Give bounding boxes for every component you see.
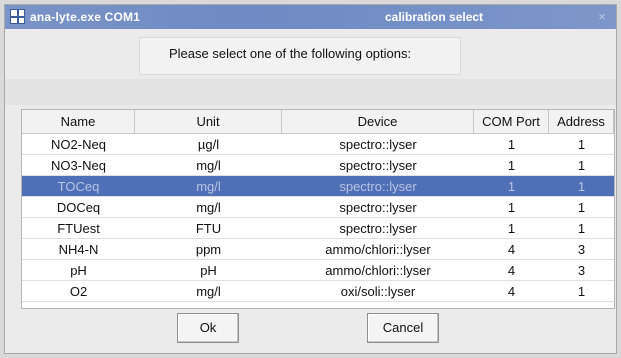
table-row[interactable]: FTUest FTU spectro::lyser 1 1 (22, 218, 614, 239)
cell-name: O2 (69, 284, 88, 299)
cell-com-port: 1 (507, 137, 516, 152)
cell-unit: mg/l (196, 158, 221, 173)
cell-device: ammo/chlori::lyser (325, 242, 431, 257)
cell-device: ammo/chlori::lyser (325, 263, 431, 278)
cell-address: 3 (577, 263, 586, 278)
column-header-name[interactable]: Name (22, 110, 135, 134)
cell-address: 1 (577, 179, 586, 194)
cell-unit: ppm (195, 242, 222, 257)
cell-com-port: 1 (507, 179, 516, 194)
cell-com-port: 1 (507, 221, 516, 236)
cell-name: TOCeq (57, 179, 100, 194)
background-band (5, 79, 616, 105)
cell-com-port: 4 (507, 242, 516, 257)
cell-com-port: 4 (507, 263, 516, 278)
cell-address: 1 (577, 221, 586, 236)
cell-name: FTUest (57, 221, 100, 236)
cell-device: spectro::lyser (339, 200, 417, 215)
cell-unit: FTU (195, 221, 222, 236)
cell-device: spectro::lyser (339, 158, 417, 173)
cell-unit: pH (200, 263, 217, 278)
cell-name: NO3-Neq (51, 158, 106, 173)
cell-address: 3 (577, 242, 586, 257)
cell-unit: mg/l (196, 179, 221, 194)
table-row[interactable]: O2 mg/l oxi/soli::lyser 4 1 (22, 281, 614, 302)
calibration-table: Name Unit Device COM Port Address NO2-Neq µg/l… (21, 109, 615, 309)
column-header-com-port[interactable]: COM Port (474, 110, 549, 134)
cell-name: DOCeq (56, 200, 101, 215)
cell-address: 1 (577, 158, 586, 173)
column-header-address[interactable]: Address (549, 110, 614, 134)
cell-name: pH (70, 263, 87, 278)
app-icon (10, 9, 25, 24)
calibration-select-dialog: ana-lyte.exe COM1 calibration select × P… (4, 4, 617, 354)
cell-name: NO2-Neq (51, 137, 106, 152)
cell-device: spectro::lyser (339, 221, 417, 236)
app-title: ana-lyte.exe COM1 (30, 10, 141, 24)
dialog-title: calibration select (385, 10, 484, 24)
cell-unit: µg/l (197, 137, 220, 152)
cell-unit: mg/l (196, 284, 221, 299)
cell-address: 1 (577, 284, 586, 299)
table-row[interactable]: NO3-Neq mg/l spectro::lyser 1 1 (22, 155, 614, 176)
cancel-button[interactable]: Cancel (367, 313, 439, 343)
column-header-device[interactable]: Device (282, 110, 474, 134)
cell-address: 1 (577, 200, 586, 215)
prompt-text: Please select one of the following optio… (169, 46, 412, 61)
cell-com-port: 1 (507, 158, 516, 173)
ok-button[interactable]: Ok (177, 313, 239, 343)
cell-address: 1 (577, 137, 586, 152)
table-row[interactable]: NO2-Neq µg/l spectro::lyser 1 1 (22, 134, 614, 155)
table-row[interactable]: pH pH ammo/chlori::lyser 4 3 (22, 260, 614, 281)
column-header-unit[interactable]: Unit (135, 110, 282, 134)
table-row[interactable]: TOCeq mg/l spectro::lyser 1 1 (22, 176, 614, 197)
cell-com-port: 1 (507, 200, 516, 215)
table-row[interactable]: NH4-N ppm ammo/chlori::lyser 4 3 (22, 239, 614, 260)
cell-device: spectro::lyser (339, 137, 417, 152)
close-icon[interactable]: × (594, 9, 610, 25)
cell-unit: mg/l (196, 200, 221, 215)
cell-com-port: 4 (507, 284, 516, 299)
cell-device: spectro::lyser (339, 179, 417, 194)
title-bar[interactable]: ana-lyte.exe COM1 calibration select × (5, 5, 616, 29)
cell-device: oxi/soli::lyser (340, 284, 416, 299)
cell-name: NH4-N (58, 242, 99, 257)
table-row[interactable]: DOCeq mg/l spectro::lyser 1 1 (22, 197, 614, 218)
